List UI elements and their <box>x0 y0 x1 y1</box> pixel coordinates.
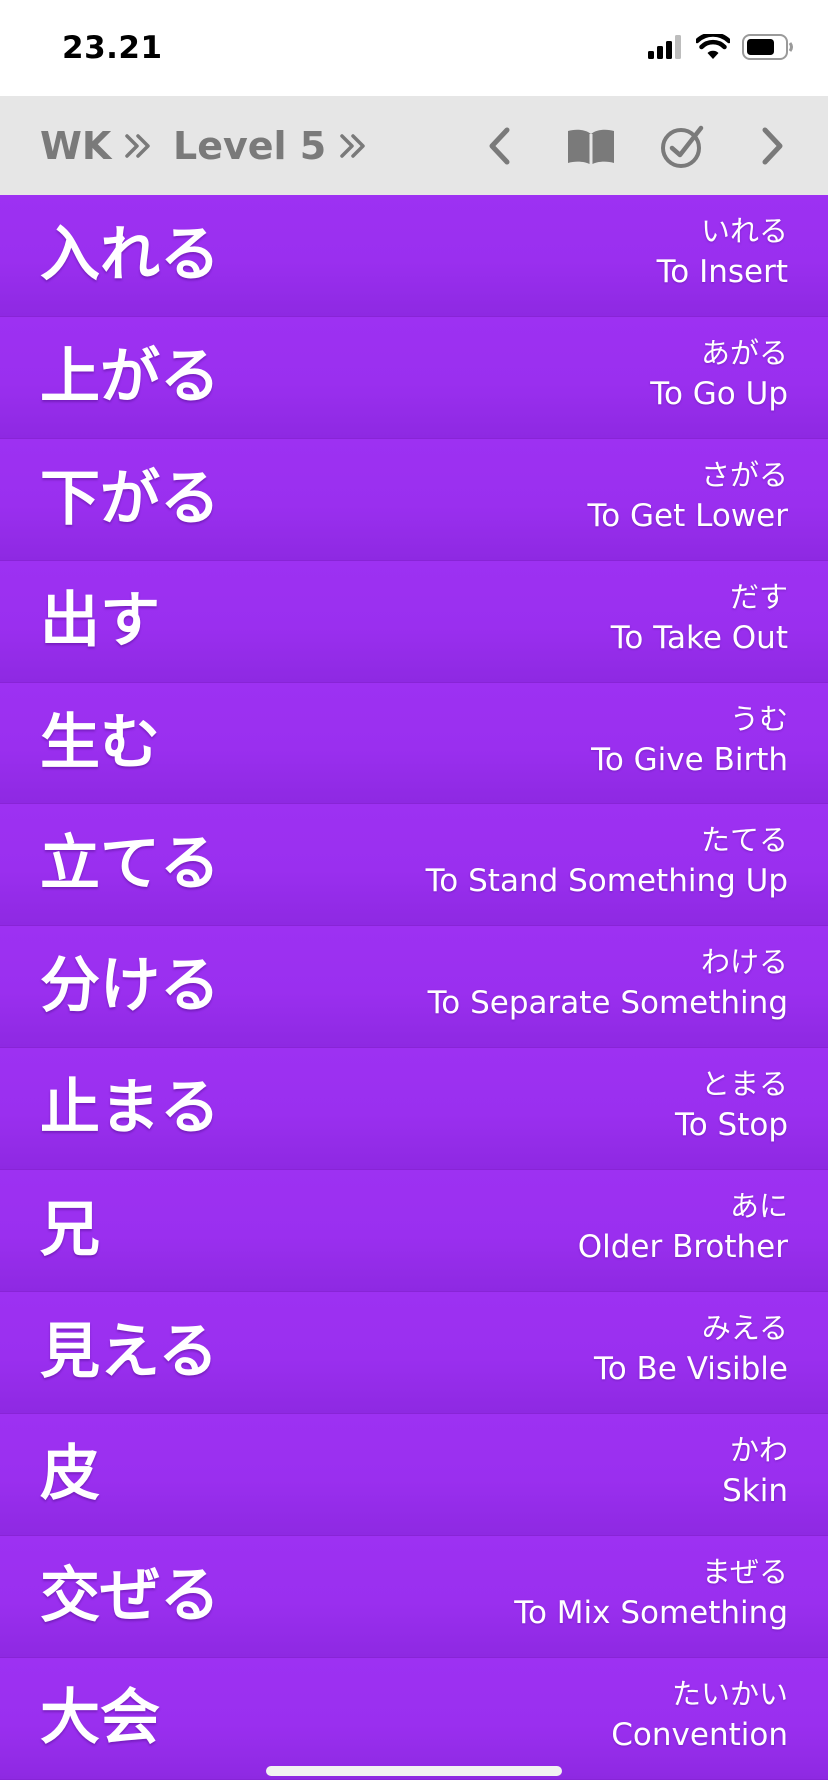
vocabulary-row[interactable]: 下がる さがる To Get Lower <box>0 438 828 561</box>
book-icon <box>568 129 614 165</box>
chevron-left-icon <box>489 127 510 165</box>
vocab-kanji: 立てる <box>40 829 220 900</box>
vocab-kanji: 皮 <box>40 1438 100 1509</box>
vocabulary-row[interactable]: 大会 たいかい Convention <box>0 1657 828 1780</box>
vocab-kanji: 兄 <box>40 1195 100 1266</box>
vocab-reading: まぜる <box>701 1554 788 1589</box>
check-circle-icon <box>661 125 704 168</box>
vocab-kanji: 出す <box>40 585 160 656</box>
chevron-right-icon <box>762 127 783 165</box>
vocab-meaning: Skin <box>722 1472 788 1509</box>
vocab-kanji: 入れる <box>40 220 220 290</box>
vocab-meaning: To Stop <box>675 1107 788 1144</box>
vocab-kanji: 分ける <box>40 951 220 1022</box>
vocab-reading: たてる <box>700 823 788 858</box>
vocab-meaning: Convention <box>611 1716 788 1753</box>
vocabulary-list: 入れる いれる To Insert 上がる あがる To Go Up 下がる さ… <box>0 195 828 1780</box>
vocab-details: あに Older Brother <box>578 1186 788 1268</box>
cellular-signal-icon <box>648 35 684 63</box>
vocab-reading: わける <box>700 945 788 980</box>
vocab-meaning: To Be Visible <box>594 1351 788 1388</box>
vocabulary-row[interactable]: 止まる とまる To Stop <box>0 1048 828 1171</box>
vocab-reading: いれる <box>700 214 788 248</box>
vocab-reading: あに <box>729 1189 788 1224</box>
status-icons <box>648 32 794 64</box>
vocab-meaning: To Go Up <box>650 375 788 412</box>
vocab-meaning: To Mix Something <box>514 1594 788 1631</box>
vocab-meaning: To Separate Something <box>427 985 788 1022</box>
vocab-kanji: 上がる <box>40 341 220 412</box>
vocabulary-row[interactable]: 入れる いれる To Insert <box>0 195 828 317</box>
vocab-reading: さがる <box>700 457 788 492</box>
home-indicator[interactable] <box>266 1766 562 1776</box>
vocab-details: とまる To Stop <box>675 1064 788 1146</box>
vocab-meaning: To Stand Something Up <box>425 863 788 900</box>
vocab-kanji: 交ぜる <box>40 1560 220 1631</box>
vocab-details: さがる To Get Lower <box>588 455 788 537</box>
vocab-details: わける To Separate Something <box>428 942 788 1024</box>
next-level-button[interactable] <box>742 116 802 176</box>
vocab-reading: とまる <box>700 1067 788 1102</box>
status-time: 23.21 <box>62 30 163 66</box>
vocab-details: だす To Take Out <box>611 577 788 659</box>
double-chevron-right-icon <box>340 133 365 158</box>
status-bar: 23.21 <box>0 0 828 96</box>
vocab-kanji: 大会 <box>40 1682 160 1753</box>
vocab-reading: だす <box>729 579 788 614</box>
vocab-details: たてる To Stand Something Up <box>426 820 788 902</box>
breadcrumb-wk[interactable]: WK <box>40 96 153 195</box>
vocabulary-row[interactable]: 生む うむ To Give Birth <box>0 682 828 805</box>
vocab-meaning: Older Brother <box>577 1229 788 1266</box>
vocab-kanji: 下がる <box>40 463 220 534</box>
vocabulary-row[interactable]: 皮 かわ Skin <box>0 1413 828 1536</box>
breadcrumb-level[interactable]: Level 5 <box>173 96 368 195</box>
vocab-meaning: To Get Lower <box>587 497 788 534</box>
breadcrumb-level-label: Level 5 <box>173 123 327 168</box>
vocabulary-row[interactable]: 出す だす To Take Out <box>0 560 828 683</box>
previous-level-button[interactable] <box>470 116 530 176</box>
vocab-details: かわ Skin <box>722 1430 788 1512</box>
vocab-meaning: To Insert <box>656 254 788 290</box>
vocab-kanji: 生む <box>40 707 160 778</box>
wifi-icon <box>694 32 732 64</box>
vocab-meaning: To Take Out <box>610 619 788 656</box>
vocab-details: いれる To Insert <box>657 211 788 293</box>
review-button[interactable] <box>653 116 713 176</box>
vocab-details: みえる To Be Visible <box>594 1308 788 1390</box>
vocabulary-row[interactable]: 上がる あがる To Go Up <box>0 316 828 439</box>
breadcrumb-wk-label: WK <box>40 123 112 168</box>
vocab-kanji: 止まる <box>40 1073 220 1144</box>
vocab-reading: うむ <box>729 701 788 736</box>
vocab-kanji: 見える <box>40 1317 219 1388</box>
vocabulary-row[interactable]: 見える みえる To Be Visible <box>0 1292 828 1414</box>
vocabulary-row[interactable]: 兄 あに Older Brother <box>0 1170 828 1293</box>
vocab-details: うむ To Give Birth <box>591 699 788 781</box>
vocab-reading: かわ <box>729 1432 788 1467</box>
vocabulary-row[interactable]: 分ける わける To Separate Something <box>0 926 828 1049</box>
vocab-details: たいかい Convention <box>611 1674 788 1756</box>
vocab-meaning: To Give Birth <box>591 741 788 778</box>
double-chevron-right-icon <box>125 133 151 158</box>
navigation-bar: WK Level 5 <box>0 96 828 196</box>
vocab-details: まぜる To Mix Something <box>514 1552 788 1634</box>
vocab-reading: みえる <box>701 1311 788 1346</box>
vocabulary-row[interactable]: 交ぜる まぜる To Mix Something <box>0 1535 828 1658</box>
vocab-reading: あがる <box>700 335 788 370</box>
battery-icon <box>742 34 794 64</box>
lessons-button[interactable] <box>561 116 621 176</box>
vocabulary-row[interactable]: 立てる たてる To Stand Something Up <box>0 804 828 927</box>
vocab-reading: たいかい <box>671 1676 788 1711</box>
vocab-details: あがる To Go Up <box>650 333 788 415</box>
